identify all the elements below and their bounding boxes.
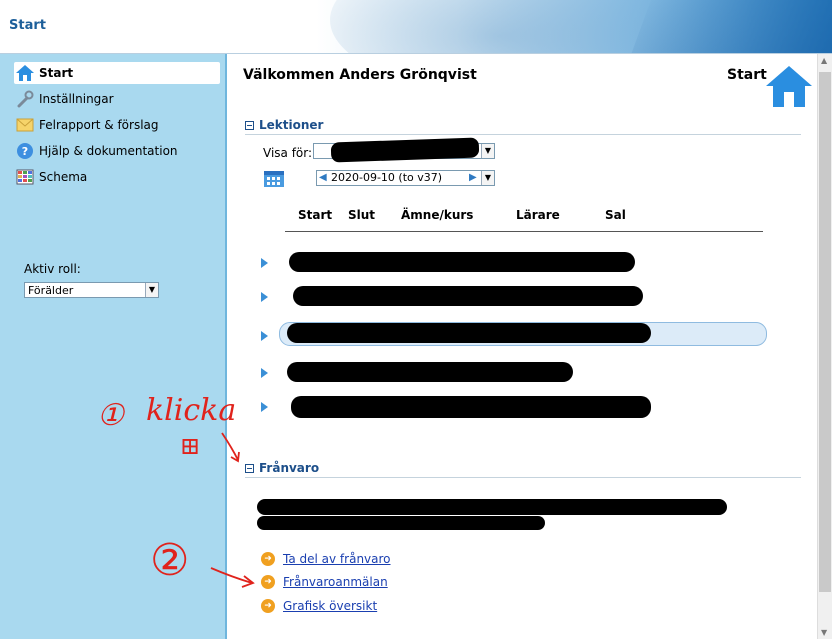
column-header-amne: Ämne/kurs [401,208,474,222]
redacted-lesson [291,396,651,418]
date-value: 2020-09-10 (to v37) [331,171,443,184]
arrow-right-icon [261,292,268,302]
header-banner-graphic [625,0,832,53]
sidebar-item-felrapport[interactable]: Felrapport & förslag [14,114,159,136]
link-text[interactable]: Ta del av frånvaro [283,552,391,566]
arrow-circle-icon: ➜ [261,552,275,566]
section-title: Lektioner [259,118,324,132]
svg-text:?: ? [22,145,28,158]
sidebar-item-schema[interactable]: Schema [14,166,87,188]
redacted-lesson [293,286,643,306]
help-icon: ? [14,142,36,160]
page-title: Välkommen Anders Grönqvist [243,67,477,83]
date-select[interactable]: ◀ 2020-09-10 (to v37) ▶ ▼ [316,170,495,186]
column-header-start: Start [298,208,333,222]
calendar-grid-icon [14,168,36,186]
role-select-value: Förälder [28,284,74,297]
link-text[interactable]: Frånvaroanmälan [283,575,388,589]
lesson-row[interactable] [261,396,661,420]
sidebar-item-label: Felrapport & förslag [39,118,159,132]
calendar-icon[interactable] [263,168,285,188]
arrow-right-icon [261,368,268,378]
page-label: Start [727,67,767,83]
scroll-up-icon[interactable]: ▲ [821,56,827,65]
link-text[interactable]: Grafisk översikt [283,599,377,613]
annotation-arrow-1 [221,432,240,463]
arrow-right-icon [261,331,268,341]
scroll-down-icon[interactable]: ▼ [821,628,827,637]
lesson-row[interactable] [261,362,661,386]
column-header-sal: Sal [605,208,626,222]
section-lektioner-header[interactable]: Lektioner [245,118,323,132]
app-title: Start [9,18,46,33]
arrow-left-icon[interactable]: ◀ [319,171,327,185]
lesson-row[interactable] [261,252,661,276]
scrollbar-thumb[interactable] [819,72,831,592]
link-grafisk-oversikt[interactable]: ➜ Grafisk översikt [261,599,377,613]
section-franvaro-header[interactable]: Frånvaro [245,461,319,475]
sidebar-item-installningar[interactable]: Inställningar [14,88,114,110]
chevron-down-icon[interactable]: ▼ [145,283,158,297]
app-header: Start [0,0,832,53]
arrow-right-icon [261,402,268,412]
column-header-slut: Slut [348,208,376,222]
link-ta-del-av-franvaro[interactable]: ➜ Ta del av frånvaro [261,552,391,566]
section-divider [245,134,801,135]
arrow-circle-icon: ➜ [261,599,275,613]
redacted-lesson [287,362,573,382]
home-icon [764,64,814,108]
redacted-lesson [289,252,635,272]
chevron-down-icon[interactable]: ▼ [481,171,494,185]
lesson-row[interactable] [261,322,781,349]
lesson-row[interactable] [261,286,661,310]
column-header-larare: Lärare [516,208,560,222]
table-header-divider [285,231,763,232]
sidebar-item-label: Start [39,66,74,80]
arrow-circle-icon: ➜ [261,575,275,589]
sidebar-item-hjalp[interactable]: ? Hjälp & dokumentation [14,140,178,162]
main-content: Välkommen Anders Grönqvist Start Lektion… [227,54,817,639]
visa-label: Visa för: [263,146,313,160]
chevron-down-icon[interactable]: ▼ [481,144,494,158]
annotation-step1-symbol: ⊞ [180,432,201,460]
link-franvaroanmalan[interactable]: ➜ Frånvaroanmälan [261,575,388,589]
envelope-icon [14,116,36,134]
sidebar-item-label: Hjälp & dokumentation [39,144,178,158]
arrow-right-icon[interactable]: ▶ [469,171,477,185]
section-title: Frånvaro [259,461,320,475]
redacted-text [257,516,545,530]
collapse-icon[interactable] [245,120,254,130]
redacted-text [257,499,727,515]
role-select[interactable]: Förälder ▼ [24,282,159,298]
sidebar: Start Inställningar Felrapport & förslag… [0,54,227,639]
sidebar-item-start[interactable]: Start [14,62,220,84]
arrow-right-icon [261,258,268,268]
annotation-step1-number: ① [97,398,124,433]
wrench-icon [14,90,36,108]
role-label: Aktiv roll: [24,262,81,276]
section-divider [245,477,801,478]
redacted-lesson [287,323,651,343]
home-icon [14,64,36,82]
annotation-arrow-2 [210,567,255,588]
sidebar-item-label: Schema [39,170,88,184]
annotation-step2-number: ② [150,535,190,586]
vertical-scrollbar[interactable]: ▲ ▼ [817,54,832,639]
annotation-step1-text: klicka [146,393,237,428]
sidebar-item-label: Inställningar [39,92,114,106]
collapse-icon[interactable] [245,463,254,473]
